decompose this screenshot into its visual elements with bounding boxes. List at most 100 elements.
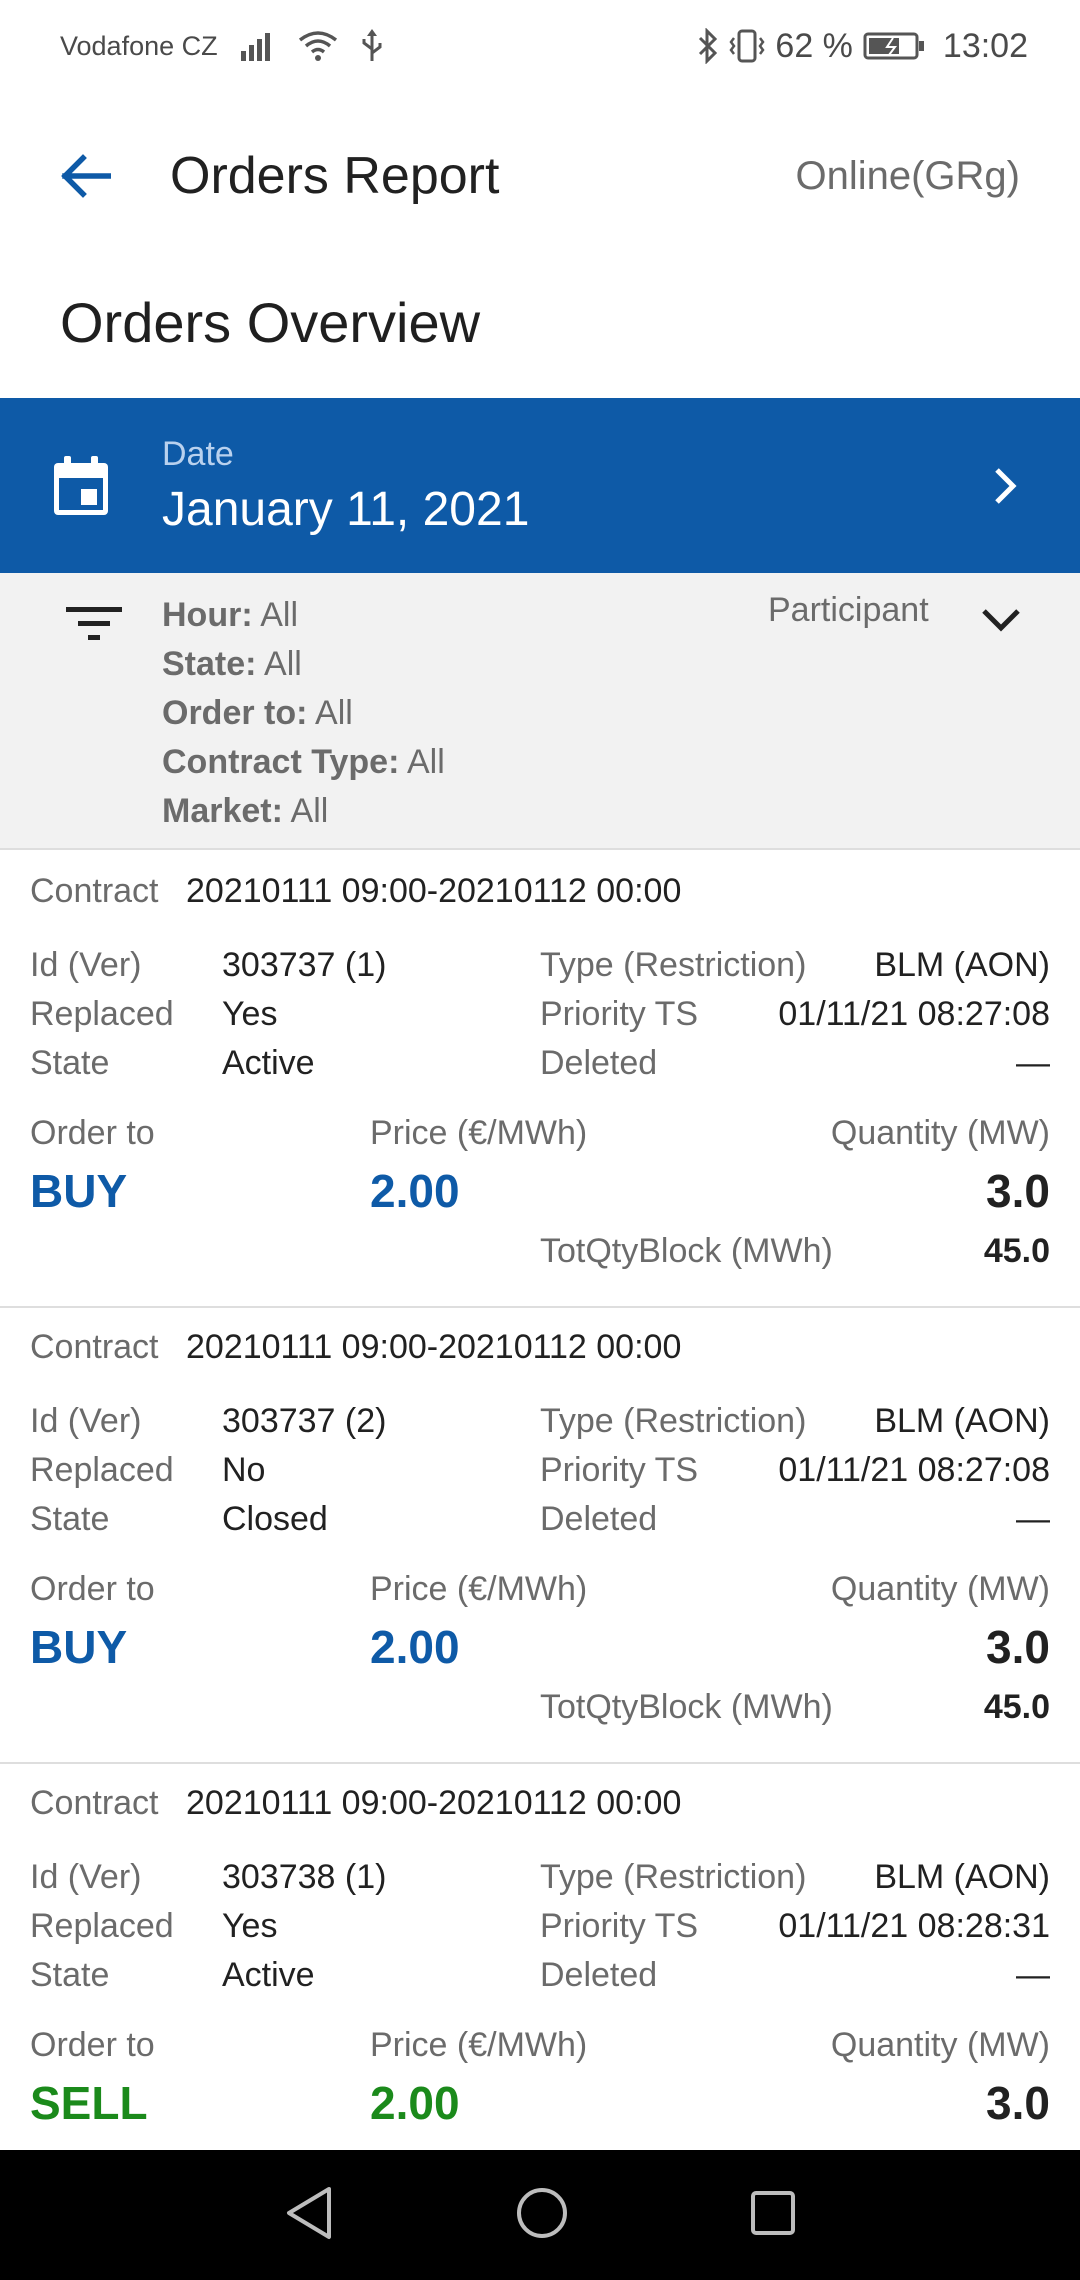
status-bar: Vodafone CZ 62 % 13:02 xyxy=(0,0,1080,92)
priority-ts-value: 01/11/21 08:27:08 xyxy=(778,995,1050,1033)
order-card[interactable]: Contract 20210111 09:00-20210112 00:00 I… xyxy=(0,1308,1080,1764)
tot-qty-block-label: TotQtyBlock (MWh) xyxy=(540,1688,833,1726)
back-button[interactable] xyxy=(0,92,170,260)
app-bar: Orders Report Online(GRg) xyxy=(0,92,1080,260)
order-card[interactable]: Contract 20210111 09:00-20210112 00:00 I… xyxy=(0,852,1080,1308)
home-circle-icon[interactable] xyxy=(515,2186,569,2245)
date-value: January 11, 2021 xyxy=(162,482,530,536)
clock: 13:02 xyxy=(942,26,1028,65)
price-label: Price (€/MWh) xyxy=(370,1570,588,1608)
id-ver-value: 303737 (1) xyxy=(222,946,387,984)
tot-qty-block-value: 45.0 xyxy=(983,1232,1050,1270)
type-restriction-value: BLM (AON) xyxy=(874,946,1050,984)
arrow-left-icon xyxy=(61,154,111,198)
deleted-value: — xyxy=(1016,1500,1050,1538)
tot-qty-block-label: TotQtyBlock (MWh) xyxy=(540,1232,833,1270)
signal-icon xyxy=(240,31,276,61)
filter-state: State: All xyxy=(162,645,302,683)
quantity-label: Quantity (MW) xyxy=(830,1114,1050,1152)
quantity-value: 3.0 xyxy=(986,1621,1050,1673)
price-label: Price (€/MWh) xyxy=(370,1114,588,1152)
deleted-value: — xyxy=(1016,1044,1050,1082)
priority-ts-value: 01/11/21 08:27:08 xyxy=(778,1451,1050,1489)
price-value: 2.00 xyxy=(370,2077,460,2129)
section-title: Orders Overview xyxy=(60,291,481,354)
replaced-label: Replaced xyxy=(30,1907,174,1945)
contract-value: 20210111 09:00-20210112 00:00 xyxy=(186,1328,682,1366)
priority-ts-label: Priority TS xyxy=(540,995,699,1033)
filter-contract-type: Contract Type: All xyxy=(162,743,445,781)
filter-icon[interactable] xyxy=(64,603,124,650)
order-to-label: Order to xyxy=(30,1114,155,1152)
calendar-icon xyxy=(54,455,108,515)
replaced-value: Yes xyxy=(222,995,278,1033)
state-value: Active xyxy=(222,1956,315,1994)
vibrate-icon xyxy=(729,29,765,63)
replaced-label: Replaced xyxy=(30,995,174,1033)
next-date-button[interactable] xyxy=(930,467,1080,505)
order-card[interactable]: Contract 20210111 09:00-20210112 00:00 I… xyxy=(0,1764,1080,2150)
state-label: State xyxy=(30,1956,110,1994)
date-label: Date xyxy=(162,434,234,473)
filter-summary: Hour: All State: All Order to: All Contr… xyxy=(162,591,445,836)
price-value: 2.00 xyxy=(370,1621,460,1673)
tot-qty-block-value: 45.0 xyxy=(983,1688,1050,1726)
priority-ts-label: Priority TS xyxy=(540,1907,699,1945)
carrier-name: Vodafone CZ xyxy=(60,30,218,61)
state-label: State xyxy=(30,1500,110,1538)
type-restriction-value: BLM (AON) xyxy=(874,1858,1050,1896)
system-nav-bar xyxy=(0,2150,1080,2280)
type-restriction-label: Type (Restriction) xyxy=(540,1402,807,1440)
chevron-down-icon xyxy=(982,609,1020,632)
filter-panel[interactable]: Hour: All State: All Order to: All Contr… xyxy=(0,573,1080,850)
id-ver-value: 303738 (1) xyxy=(222,1858,387,1896)
id-ver-label: Id (Ver) xyxy=(30,1858,142,1896)
price-label: Price (€/MWh) xyxy=(370,2026,588,2064)
replaced-value: No xyxy=(222,1451,266,1489)
contract-label: Contract xyxy=(30,872,159,910)
back-triangle-icon[interactable] xyxy=(283,2185,335,2246)
order-side: SELL xyxy=(30,2077,148,2129)
participant-label[interactable]: Participant xyxy=(768,591,929,630)
filter-market: Market: All xyxy=(162,792,329,830)
page-title: Orders Report xyxy=(170,147,500,205)
deleted-value: — xyxy=(1016,1956,1050,1994)
order-to-label: Order to xyxy=(30,1570,155,1608)
usb-icon xyxy=(360,29,384,63)
id-ver-label: Id (Ver) xyxy=(30,1402,142,1440)
quantity-value: 3.0 xyxy=(986,2077,1050,2129)
chevron-right-icon xyxy=(995,467,1017,504)
wifi-icon xyxy=(298,30,338,62)
order-side: BUY xyxy=(30,1165,128,1217)
order-to-label: Order to xyxy=(30,2026,155,2064)
bluetooth-icon xyxy=(697,28,719,64)
state-value: Active xyxy=(222,1044,315,1082)
deleted-label: Deleted xyxy=(540,1956,658,1994)
type-restriction-value: BLM (AON) xyxy=(874,1402,1050,1440)
deleted-label: Deleted xyxy=(540,1044,658,1082)
battery-percent: 62 % xyxy=(775,26,853,65)
priority-ts-value: 01/11/21 08:28:31 xyxy=(778,1907,1050,1945)
id-ver-value: 303737 (2) xyxy=(222,1402,387,1440)
order-side: BUY xyxy=(30,1621,128,1673)
state-label: State xyxy=(30,1044,110,1082)
filter-order-to: Order to: All xyxy=(162,694,353,732)
priority-ts-label: Priority TS xyxy=(540,1451,699,1489)
replaced-value: Yes xyxy=(222,1907,278,1945)
type-restriction-label: Type (Restriction) xyxy=(540,946,807,984)
quantity-label: Quantity (MW) xyxy=(830,1570,1050,1608)
quantity-value: 3.0 xyxy=(986,1165,1050,1217)
quantity-label: Quantity (MW) xyxy=(830,2026,1050,2064)
id-ver-label: Id (Ver) xyxy=(30,946,142,984)
filter-hour: Hour: All xyxy=(162,596,299,634)
connection-status: Online(GRg) xyxy=(795,153,1020,198)
date-selector[interactable]: Date January 11, 2021 xyxy=(0,398,1080,573)
replaced-label: Replaced xyxy=(30,1451,174,1489)
type-restriction-label: Type (Restriction) xyxy=(540,1858,807,1896)
price-value: 2.00 xyxy=(370,1165,460,1217)
recents-square-icon[interactable] xyxy=(749,2189,797,2242)
deleted-label: Deleted xyxy=(540,1500,658,1538)
expand-filters-button[interactable] xyxy=(980,606,1022,639)
contract-value: 20210111 09:00-20210112 00:00 xyxy=(186,872,682,910)
state-value: Closed xyxy=(222,1500,328,1538)
